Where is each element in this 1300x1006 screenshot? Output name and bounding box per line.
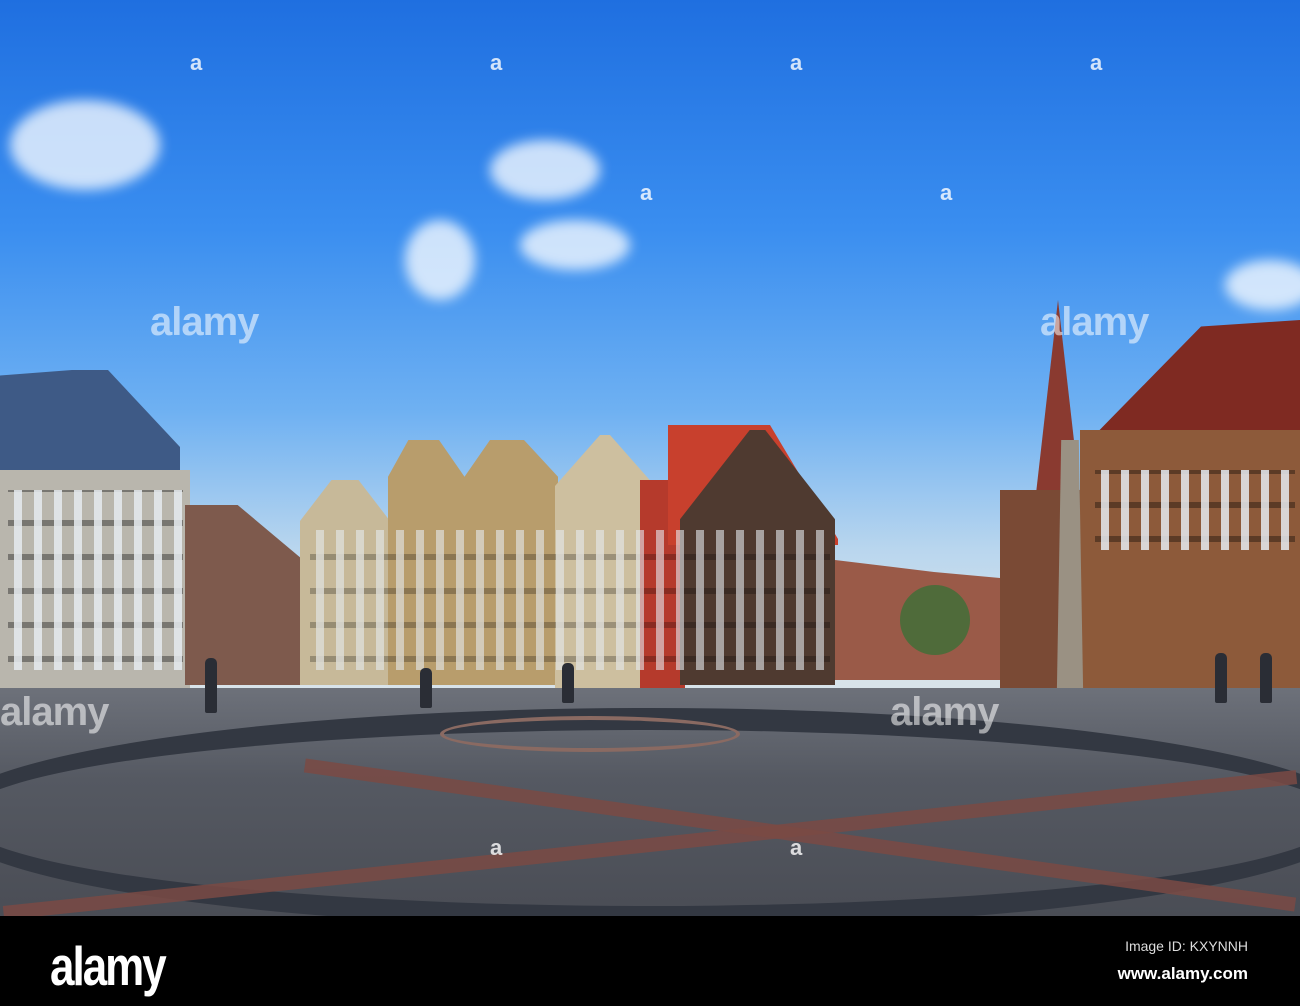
guildhall-windows	[8, 490, 183, 670]
cloud	[405, 220, 475, 300]
brick-row	[185, 505, 302, 685]
cobblestone-plaza	[0, 653, 1300, 916]
watermark-mark: a	[790, 835, 803, 860]
watermark-mark: a	[940, 180, 953, 205]
footer-bar: alamy Image ID: KXYNNH www.alamy.com	[0, 916, 1300, 1006]
watermark-mark: a	[190, 50, 203, 75]
pedestrian	[1260, 653, 1272, 703]
alamy-logo: alamy	[50, 936, 167, 998]
house-windows	[310, 530, 830, 670]
cloud	[10, 100, 160, 190]
watermark-mark: a	[640, 180, 653, 205]
tree	[900, 585, 970, 655]
photo-scene: alamy alamy alamy alamy a a a a a a a a	[0, 0, 1300, 916]
pedestrian	[205, 658, 217, 713]
watermark-mark: a	[790, 50, 803, 75]
cloud	[520, 220, 630, 270]
watermark: alamy	[890, 690, 999, 734]
site-url: www.alamy.com	[1117, 964, 1248, 983]
watermark-mark: a	[1090, 50, 1103, 75]
guildhall-roof	[0, 370, 180, 480]
cloud	[490, 140, 600, 200]
image-id: Image ID: KXYNNH	[1125, 938, 1248, 954]
watermark: alamy	[150, 300, 259, 344]
pedestrian	[1215, 653, 1227, 703]
central-ellipse	[440, 716, 740, 752]
watermark: alamy	[0, 690, 109, 734]
pedestrian	[420, 668, 432, 708]
town-hall-windows	[1095, 470, 1295, 550]
pedestrian	[562, 663, 574, 703]
watermark: alamy	[1040, 300, 1149, 344]
watermark-mark: a	[490, 50, 503, 75]
watermark-mark: a	[490, 835, 503, 860]
cloud	[1225, 260, 1300, 310]
